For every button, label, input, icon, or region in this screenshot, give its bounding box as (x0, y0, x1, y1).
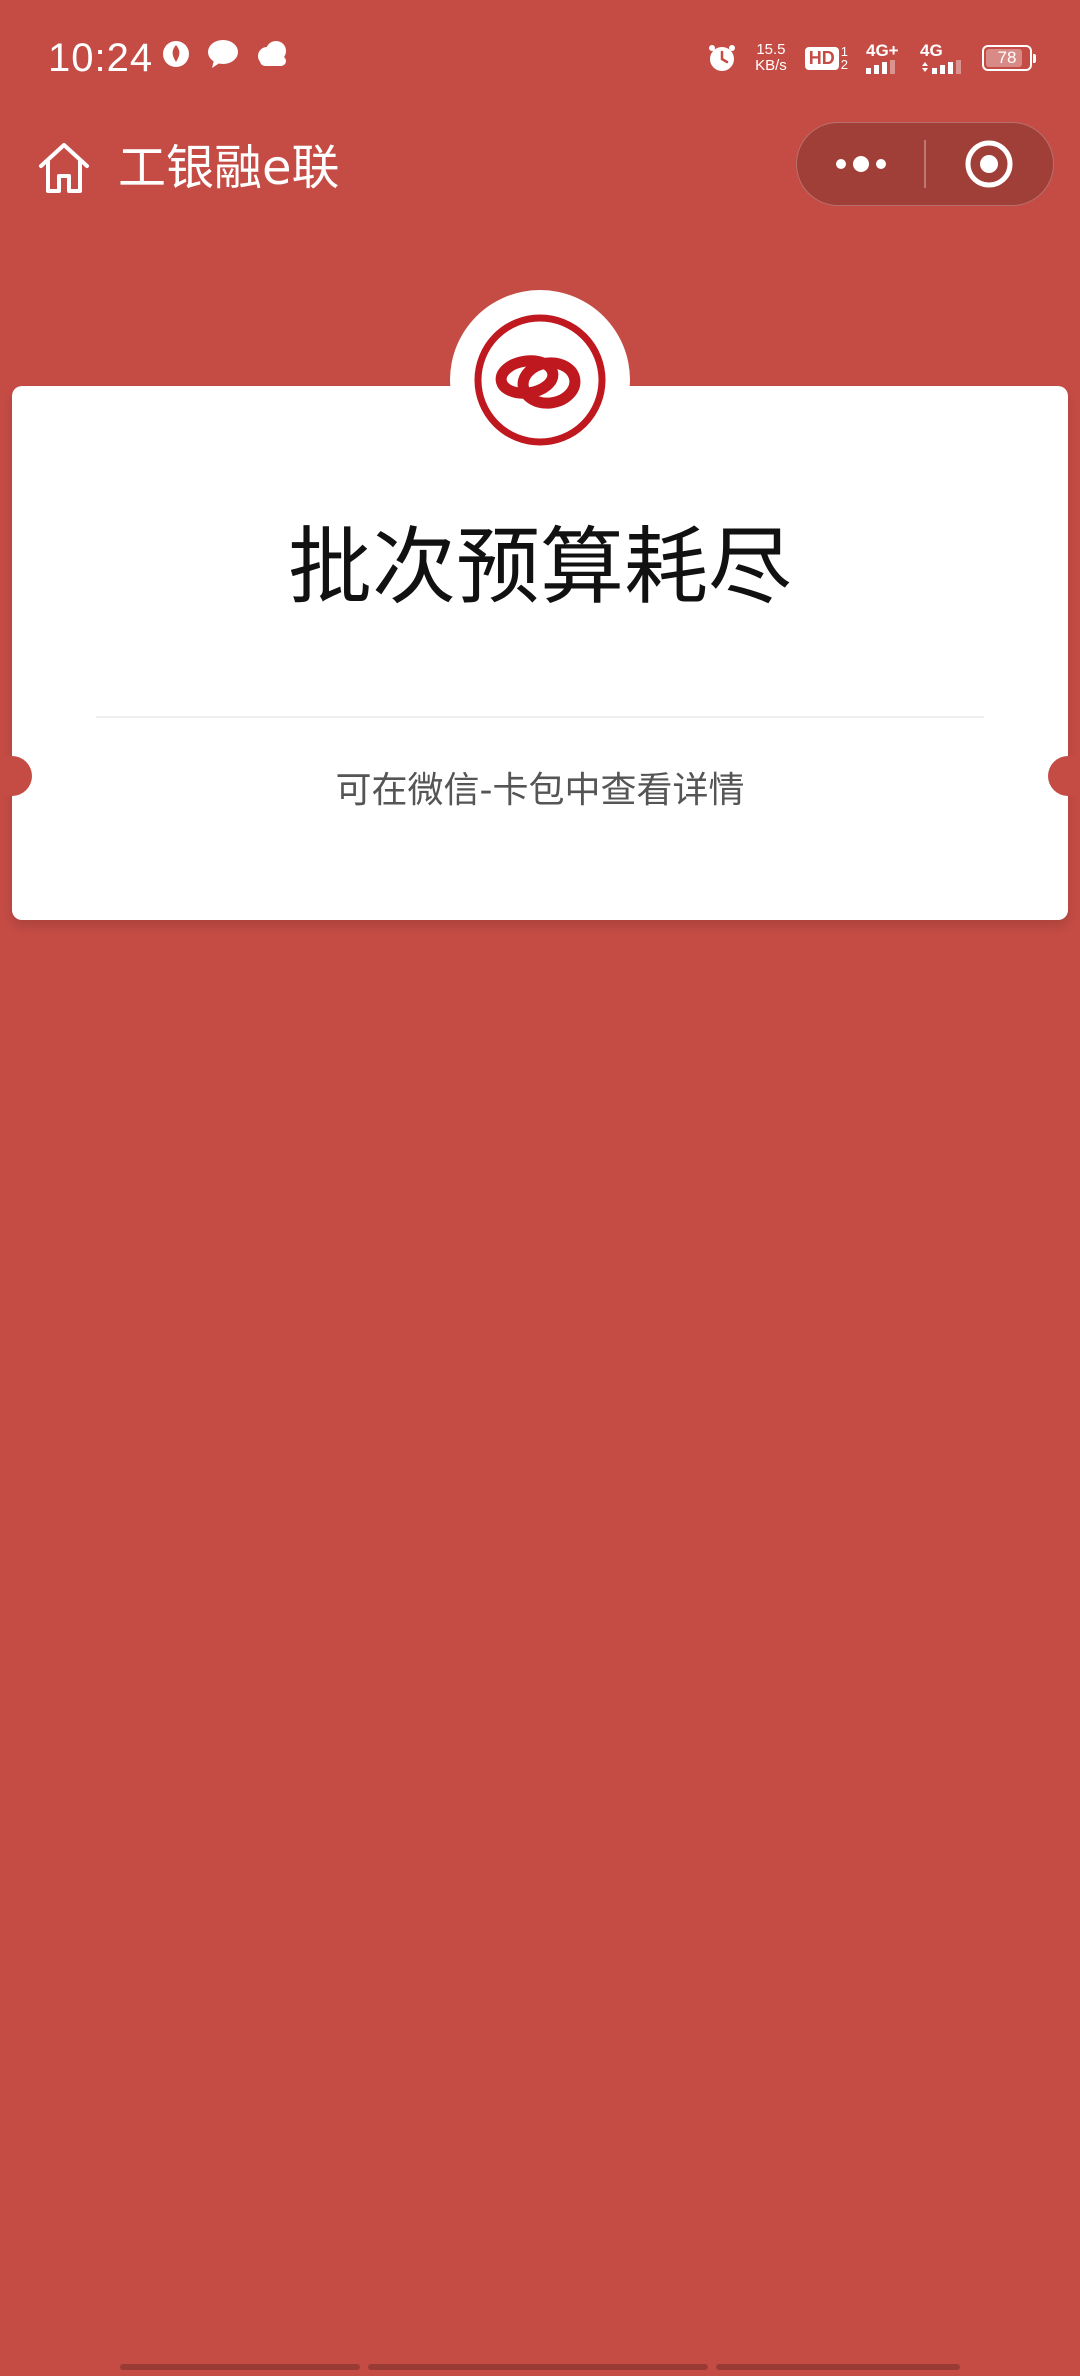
mini-program-nav-bar: 工银融e联 (0, 116, 1080, 212)
status-right-indicators: 15.5 KB/s HD 12 4G+ 4G 78 (707, 36, 1036, 80)
sim1-network-label: 4G+ (866, 41, 899, 60)
signal-bars-icon (866, 60, 895, 74)
status-notification-icons (160, 38, 290, 70)
status-bar: 10:24 15.5 KB/s HD 1 2 4G+ 4G 78 (0, 0, 1080, 116)
card-subtitle: 可在微信-卡包中查看详情 (335, 770, 745, 811)
target-circle-icon (965, 140, 1013, 188)
gesture-bar (120, 2364, 960, 2370)
icbc-logo-icon (474, 314, 606, 446)
network-speed-unit: KB/s (755, 57, 787, 74)
hd-sim-numbers: 12 (840, 44, 848, 72)
screen: 10:24 15.5 KB/s HD 1 2 4G+ 4G 78 工银融e联 批… (0, 0, 1080, 2376)
sim2-signal: 4G (920, 42, 964, 74)
alarm-clock-icon (709, 45, 736, 71)
more-dots-icon (835, 156, 886, 172)
network-speed: 15.5 KB/s (755, 42, 787, 74)
hd-label: HD (804, 46, 839, 70)
home-icon (39, 143, 89, 193)
card-divider (96, 716, 984, 718)
chat-bubble-icon (208, 40, 238, 68)
card-title: 批次预算耗尽 (287, 518, 792, 616)
signal-bars-icon (922, 60, 961, 74)
more-button[interactable] (797, 122, 924, 206)
capsule-menu (796, 122, 1054, 206)
gesture-bar-segment (120, 2364, 360, 2370)
hd-badge: HD 12 (804, 44, 848, 72)
sim2-network-label: 4G (920, 41, 943, 60)
home-button[interactable] (32, 136, 96, 200)
location-drop-icon (163, 41, 189, 67)
network-speed-value: 15.5 (756, 41, 786, 58)
gesture-bar-segment (716, 2364, 960, 2370)
logo-badge (450, 290, 630, 470)
battery-icon: 78 (982, 45, 1036, 71)
page-title: 工银融e联 (118, 140, 340, 196)
sim1-signal: 4G+ (866, 42, 902, 74)
gesture-bar-segment (368, 2364, 708, 2370)
cloud-icon (258, 41, 286, 66)
battery-level: 78 (997, 48, 1017, 67)
status-time: 10:24 (48, 36, 154, 80)
close-mini-program-button[interactable] (926, 122, 1053, 206)
